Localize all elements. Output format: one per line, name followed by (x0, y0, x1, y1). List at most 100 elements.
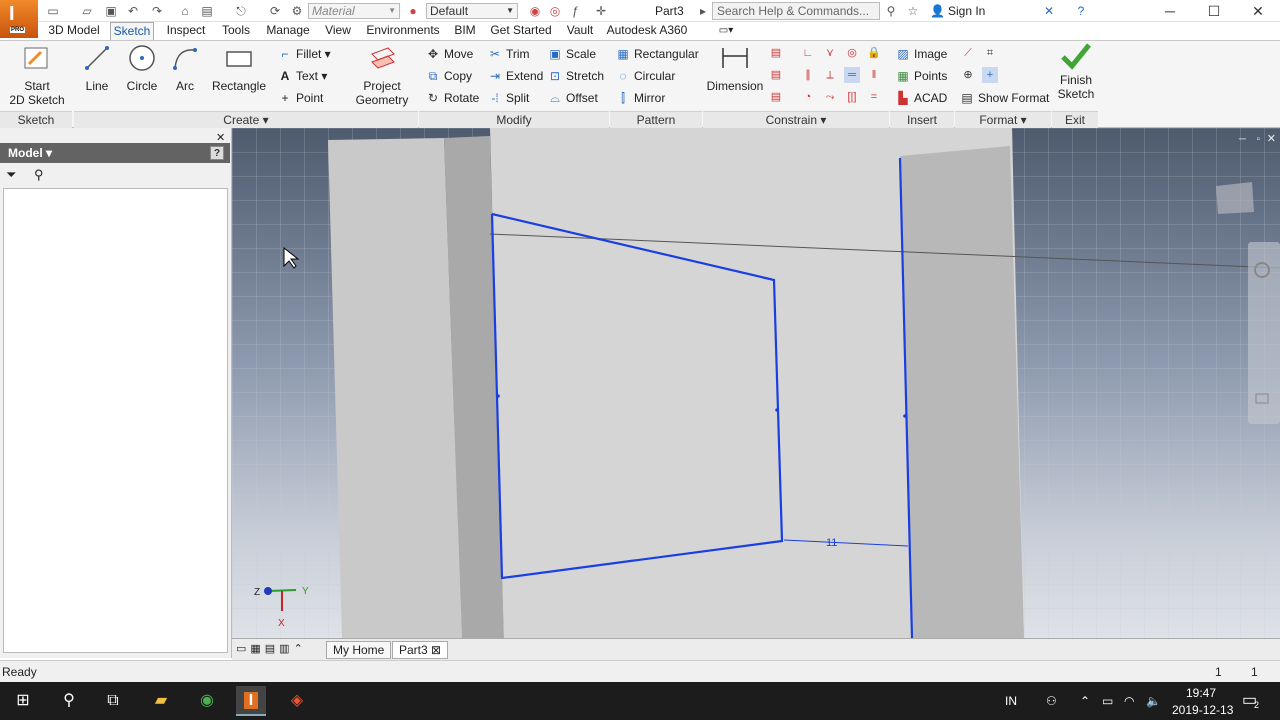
app-logo-button[interactable]: I PRO (0, 0, 38, 38)
center-point-icon[interactable]: ⊕ (960, 67, 976, 83)
network-user-icon[interactable]: ⚇ (1046, 694, 1057, 708)
tab-environments[interactable]: Environments (362, 22, 444, 40)
parallel-icon[interactable]: ∥ (800, 67, 816, 83)
move-button[interactable]: ✥ Move (426, 45, 473, 63)
find-icon[interactable]: ⚲ (34, 167, 44, 183)
battery-icon[interactable]: ▭ (1102, 694, 1113, 708)
red-app-icon[interactable]: ◈ (282, 686, 312, 716)
tab-vault[interactable]: Vault (562, 22, 598, 40)
symmetric-icon[interactable]: [|] (844, 89, 860, 105)
rectangle-button[interactable]: Rectangle (210, 44, 268, 93)
constraint-settings-icon[interactable]: ▤ (768, 89, 784, 105)
perpendicular-icon[interactable]: ⟂ (822, 67, 838, 83)
tab-my-home[interactable]: My Home (326, 641, 392, 659)
equal-icon[interactable]: = (866, 89, 882, 105)
update-icon[interactable]: ⟳ (268, 4, 282, 18)
concentric-icon[interactable]: ◎ (844, 45, 860, 61)
coincident-icon[interactable]: ∟ (800, 45, 816, 61)
navigation-bar[interactable] (1248, 242, 1280, 424)
point-button[interactable]: + Point (278, 89, 323, 107)
return-icon[interactable]: ⎋ (234, 4, 248, 18)
smooth-icon[interactable]: ⤳ (822, 89, 838, 105)
rectangular-pattern-button[interactable]: ▦ Rectangular (616, 45, 698, 63)
split-button[interactable]: -⁞ Split (488, 89, 529, 107)
minimize-icon[interactable]: ─ (1148, 0, 1192, 22)
help-icon[interactable]: ? (1074, 4, 1088, 18)
clock-date[interactable]: 2019-12-13 (1172, 703, 1233, 717)
copy-button[interactable]: ⧉ Copy (426, 67, 472, 85)
collinear-icon[interactable]: ⋎ (822, 45, 838, 61)
center-line-icon[interactable]: ⌗ (982, 45, 998, 61)
file-explorer-icon[interactable]: ▰ (146, 686, 176, 716)
filter-icon[interactable]: ⏷ (6, 167, 16, 183)
search-icon[interactable]: ⚲ (54, 686, 84, 716)
dimension-button[interactable]: Dimension (706, 44, 764, 93)
line-button[interactable]: Line (78, 44, 116, 93)
inventor-taskbar-icon[interactable]: I (236, 686, 266, 716)
tab-get-started[interactable]: Get Started (490, 22, 552, 40)
tab-tools[interactable]: Tools (218, 22, 254, 40)
mirror-button[interactable]: ⫿ Mirror (616, 89, 665, 107)
project-geometry-button[interactable]: Project Geometry (350, 44, 414, 107)
tab-inspect[interactable]: Inspect (162, 22, 210, 40)
driven-dimension-icon[interactable]: + (982, 67, 998, 83)
fix-icon[interactable]: 🔒 (866, 45, 882, 61)
dimension-value[interactable]: 11 (826, 537, 837, 549)
user-icon[interactable]: 👤 (930, 4, 945, 18)
vertical-icon[interactable]: ‖ (866, 67, 882, 83)
exchange-icon[interactable]: ✕ (1042, 4, 1056, 18)
search-input[interactable]: Search Help & Commands... (712, 2, 880, 20)
clear-icon[interactable]: ◎ (548, 4, 562, 18)
adjust-icon[interactable]: ◉ (528, 4, 542, 18)
show-format-button[interactable]: ▤ Show Format (960, 89, 1049, 107)
redo-icon[interactable]: ↷ (150, 4, 164, 18)
show-constraints-icon[interactable]: ▤ (768, 67, 784, 83)
save-icon[interactable]: ▣ (104, 4, 118, 18)
extend-button[interactable]: ⇥ Extend (488, 67, 543, 85)
new-file-icon[interactable]: ▭ (46, 4, 60, 18)
tab-3d-model[interactable]: 3D Model (46, 22, 102, 40)
horizontal-icon[interactable]: ═ (844, 67, 860, 83)
viewport-restore-icon[interactable]: ▫ (1256, 134, 1260, 145)
settings-icon[interactable]: ⚙ (290, 4, 304, 18)
rotate-button[interactable]: ↻ Rotate (426, 89, 479, 107)
tile-windows-icon[interactable]: ▭▦▤▥⌃ (236, 642, 307, 655)
wifi-icon[interactable]: ◠ (1124, 694, 1134, 708)
search-arrow-icon[interactable]: ▸ (696, 4, 710, 18)
input-language[interactable]: IN (1005, 694, 1017, 708)
circular-pattern-button[interactable]: ◌ Circular (616, 67, 675, 85)
image-button[interactable]: ▨ Image (896, 45, 947, 63)
viewcube[interactable] (1216, 182, 1254, 214)
tab-sketch[interactable]: Sketch (110, 22, 154, 40)
trim-button[interactable]: ✂ Trim (488, 45, 530, 63)
tab-close-icon[interactable]: ⊠ (431, 643, 441, 657)
stretch-button[interactable]: ⊡ Stretch (548, 67, 604, 85)
model-tree[interactable] (3, 188, 228, 653)
points-button[interactable]: ▦ Points (896, 67, 947, 85)
arc-button[interactable]: Arc (166, 44, 204, 93)
signin-button[interactable]: Sign In (948, 4, 985, 18)
fillet-button[interactable]: ⌐ Fillet ▾ (278, 45, 330, 63)
tab-part3[interactable]: Part3 ⊠ (392, 641, 449, 659)
scale-button[interactable]: ▣ Scale (548, 45, 596, 63)
panel-toggle-icon[interactable]: ▭▾ (714, 22, 738, 40)
finish-sketch-button[interactable]: Finish Sketch (1054, 42, 1098, 112)
binoculars-icon[interactable]: ⚲ (884, 4, 898, 18)
favorites-icon[interactable]: ☆ (906, 4, 920, 18)
tab-view[interactable]: View (322, 22, 354, 40)
start-2d-sketch-button[interactable]: Start 2D Sketch (8, 44, 66, 107)
task-view-icon[interactable]: ⧉ (98, 686, 128, 716)
tab-autodesk-a360[interactable]: Autodesk A360 (606, 22, 688, 40)
volume-icon[interactable]: 🔈 (1146, 694, 1161, 708)
move-plus-icon[interactable]: ✛ (594, 4, 608, 18)
tangent-icon[interactable]: ◔ (800, 89, 816, 105)
chrome-icon[interactable]: ◉ (192, 686, 222, 716)
home-icon[interactable]: ⌂ (178, 4, 192, 18)
graphics-viewport[interactable]: 11 Z Y X ─ ▫ ✕ (232, 128, 1280, 638)
windows-start-icon[interactable]: ⊞ (8, 686, 38, 716)
viewport-close-icon[interactable]: ✕ (1267, 132, 1276, 145)
undo-icon[interactable]: ↶ (126, 4, 140, 18)
appearance-dropdown[interactable]: Default ▼ (426, 3, 518, 19)
acad-button[interactable]: ▙ ACAD (896, 89, 947, 107)
offset-button[interactable]: ⌓ Offset (548, 89, 598, 107)
